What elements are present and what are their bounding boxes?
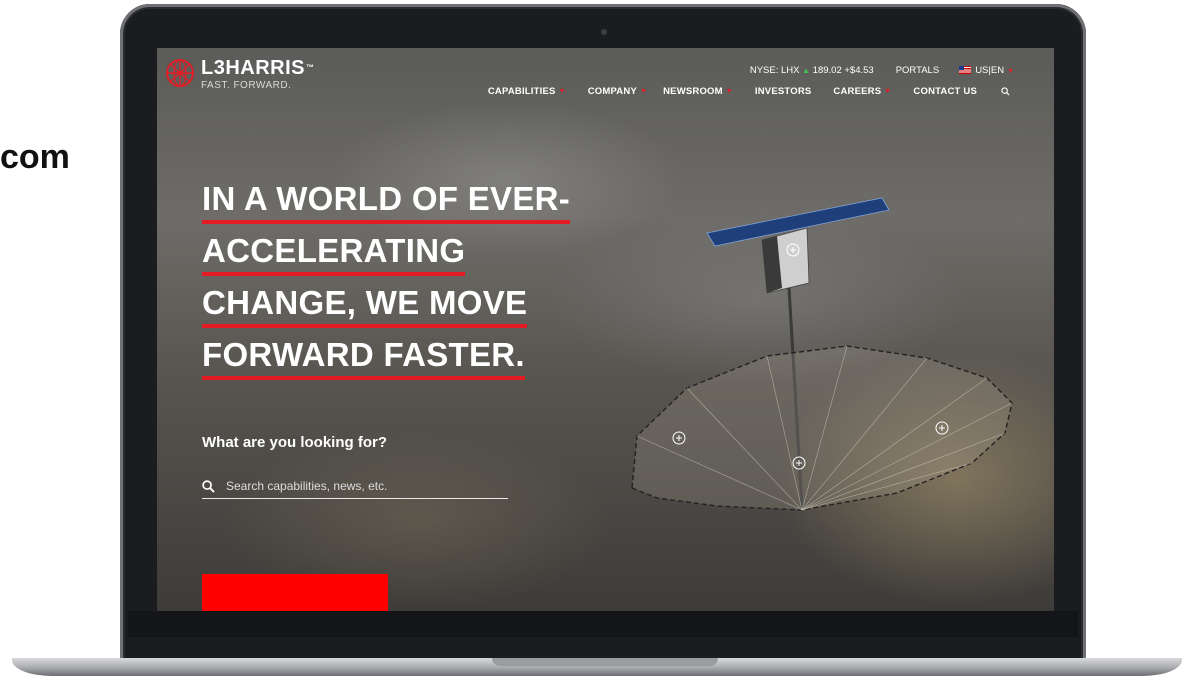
nav-item-newsroom[interactable]: NEWSROOM ▼ <box>663 86 733 97</box>
stock-ticker: NYSE: LHX ▲ 189.02 +$4.53 <box>750 65 874 76</box>
nav-item-careers[interactable]: CAREERS ▼ <box>833 86 891 97</box>
stock-up-icon: ▲ <box>802 66 811 75</box>
main-nav: CAPABILITIES ▼ COMPANY ▼ NEWSROOM ▼ INVESTO… <box>466 86 1010 97</box>
chevron-down-icon: ▼ <box>639 88 648 95</box>
nav-item-company[interactable]: COMPANY ▼ <box>588 86 647 97</box>
nav-item-label: INVESTORS <box>754 86 812 97</box>
hero-line: FORWARD FASTER. <box>202 334 525 380</box>
nav-item-label: NEWSROOM <box>663 86 723 97</box>
satellite-illustration <box>631 197 1013 511</box>
stock-label: NYSE: LHX <box>749 65 800 76</box>
hero-line: ACCELERATING <box>202 230 466 276</box>
laptop-camera <box>601 29 607 35</box>
locale-selector[interactable]: US|EN ▼ <box>959 65 1014 76</box>
side-text: com <box>0 138 70 176</box>
search-bar[interactable] <box>202 474 508 499</box>
nav-item-label: CAREERS <box>833 86 882 97</box>
chevron-down-icon: ▼ <box>1007 68 1014 75</box>
cta-button[interactable] <box>202 574 388 611</box>
brand-tagline: FAST. FORWARD. <box>201 80 292 91</box>
brand-name: L3HARRIS <box>201 57 306 79</box>
portals-link[interactable]: PORTALS <box>896 65 939 76</box>
l3harris-globe-icon <box>166 59 194 87</box>
stock-change: +$4.53 <box>844 65 874 76</box>
hero-line: CHANGE, WE MOVE <box>202 282 528 328</box>
nav-item-label: CAPABILITIES <box>487 86 556 97</box>
screen: L3HARRIS™ FAST. FORWARD. NYSE: LHX ▲ 189… <box>157 48 1054 611</box>
chevron-down-icon: ▼ <box>725 88 733 95</box>
us-flag-icon <box>959 66 972 75</box>
magnifier-icon <box>202 479 215 493</box>
search-label: What are you looking for? <box>202 434 388 451</box>
nav-item-label: COMPANY <box>587 86 637 97</box>
locale-label: US|EN <box>975 65 1005 76</box>
laptop-bezel-bottom <box>128 611 1078 637</box>
nav-item-investors[interactable]: INVESTORS <box>755 86 812 97</box>
search-icon[interactable] <box>1001 87 1010 96</box>
chevron-down-icon: ▼ <box>558 88 566 95</box>
nav-item-capabilities[interactable]: CAPABILITIES ▼ <box>488 86 566 97</box>
stock-price: 189.02 <box>812 65 842 76</box>
nav-item-label: CONTACT US <box>913 86 977 97</box>
nav-item-contact-us[interactable]: CONTACT US <box>913 86 977 97</box>
hero-line: IN A WORLD OF EVER- <box>202 178 571 224</box>
hero-headline: IN A WORLD OF EVER- ACCELERATING CHANGE,… <box>202 178 571 386</box>
logo-text: L3HARRIS™ FAST. FORWARD. <box>201 58 315 91</box>
topbar: NYSE: LHX ▲ 189.02 +$4.53 PORTALS US|EN ▼ <box>740 65 1014 76</box>
search-input[interactable] <box>224 478 498 494</box>
chevron-down-icon: ▼ <box>884 88 892 95</box>
laptop-notch <box>492 658 718 666</box>
brand-tm: ™ <box>306 63 315 72</box>
logo[interactable]: L3HARRIS™ FAST. FORWARD. <box>165 58 315 91</box>
